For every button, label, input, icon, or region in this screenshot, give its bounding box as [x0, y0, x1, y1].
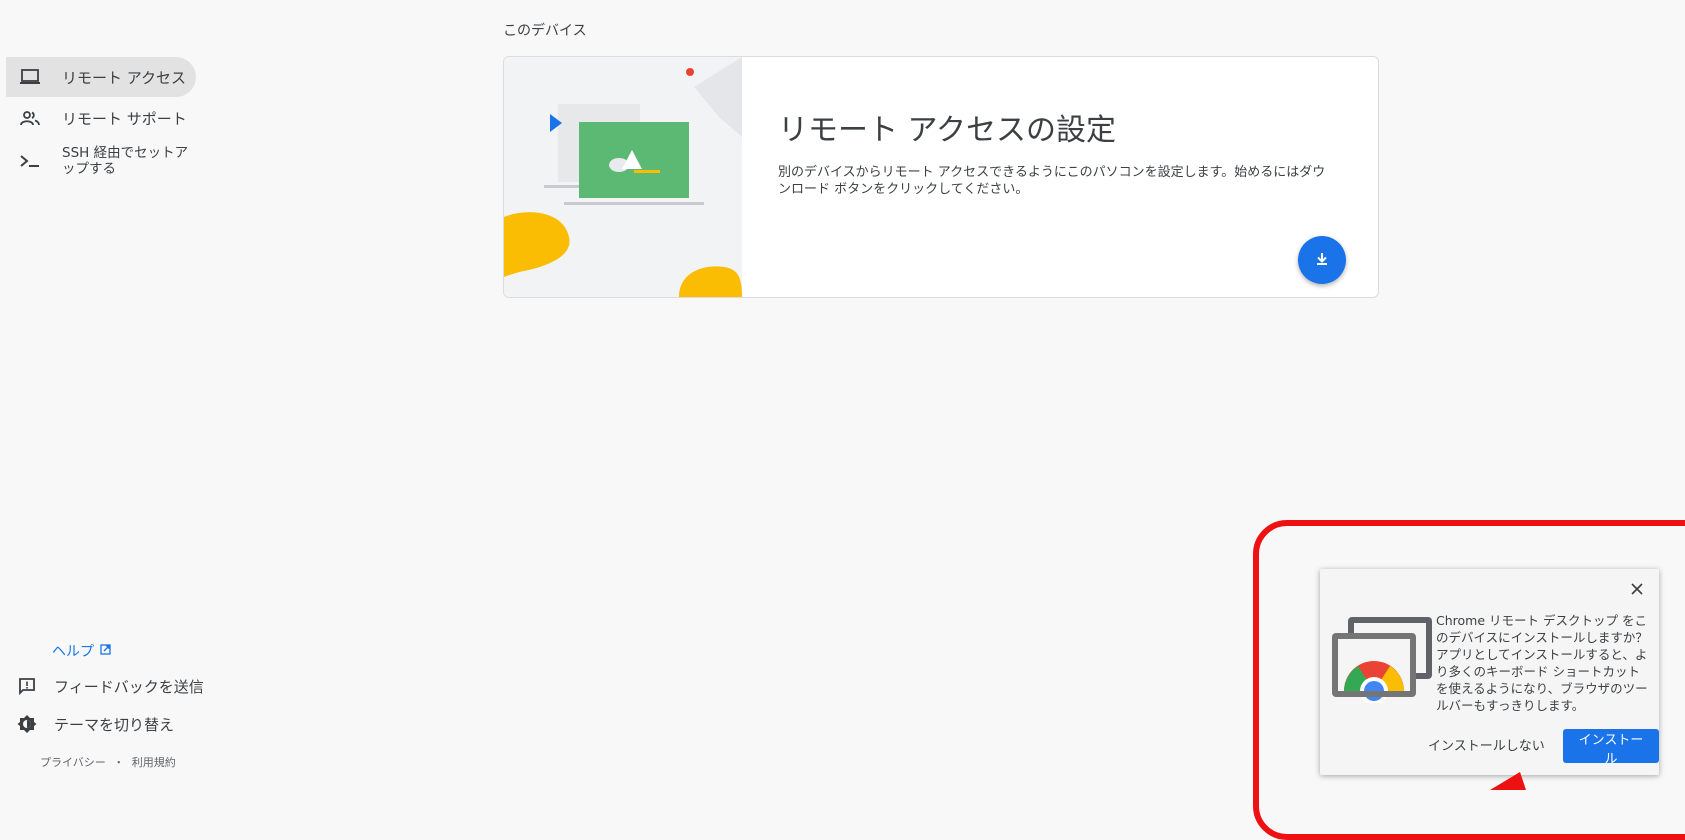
theme-label: テーマを切り替え — [54, 715, 175, 734]
sidebar-item-remote-access[interactable]: リモート アクセス — [6, 57, 196, 97]
section-title: このデバイス — [503, 23, 587, 39]
card-description: 別のデバイスからリモート アクセスできるようにこのパソコンを設定します。始めるに… — [778, 165, 1326, 197]
sidebar: リモート アクセス リモート サポート SSH 経由でセットア ップする ヘルプ… — [0, 0, 230, 790]
card-title: リモート アクセスの設定 — [778, 113, 1117, 148]
install-message: Chrome リモート デスクトップ をこのデバイスにインストールしますか？ ア… — [1436, 613, 1648, 713]
external-link-icon — [100, 643, 111, 659]
remote-access-setup-card: リモート アクセスの設定 別のデバイスからリモート アクセスできるようにこのパソ… — [503, 56, 1379, 298]
download-button[interactable] — [1298, 236, 1346, 284]
dont-install-button[interactable]: インストールしない — [1418, 729, 1555, 759]
sidebar-item-ssh-setup[interactable]: SSH 経由でセットア ップする — [6, 139, 196, 183]
sidebar-item-remote-support[interactable]: リモート サポート — [6, 98, 196, 138]
feedback-icon — [16, 675, 38, 697]
theme-toggle-button[interactable]: テーマを切り替え — [16, 713, 174, 735]
download-icon — [1315, 251, 1329, 270]
sidebar-item-label: SSH 経由でセットア ップする — [62, 145, 189, 177]
help-link[interactable]: ヘルプ — [52, 641, 111, 661]
footer-links: プライバシー ・ 利用規約 — [40, 754, 176, 770]
sidebar-item-label: リモート アクセス — [62, 68, 187, 87]
terms-link[interactable]: 利用規約 — [132, 756, 176, 769]
install-app-popup: Chrome リモート デスクトップ をこのデバイスにインストールしますか？ ア… — [1320, 569, 1659, 775]
setup-illustration — [504, 57, 742, 297]
laptop-icon — [16, 63, 44, 91]
footer-separator: ・ — [113, 756, 125, 769]
sidebar-item-label: リモート サポート — [62, 109, 187, 128]
install-button[interactable]: インストール — [1563, 729, 1659, 767]
terminal-icon — [16, 147, 44, 175]
help-label: ヘルプ — [52, 644, 94, 660]
chrome-remote-desktop-icon — [1328, 613, 1436, 705]
close-icon[interactable] — [1627, 579, 1647, 599]
people-icon — [16, 104, 44, 132]
privacy-link[interactable]: プライバシー — [40, 756, 106, 769]
feedback-label: フィードバックを送信 — [54, 677, 204, 696]
red-arrow-annotation — [1490, 770, 1570, 790]
feedback-button[interactable]: フィードバックを送信 — [16, 675, 204, 697]
brightness-icon — [16, 713, 38, 735]
